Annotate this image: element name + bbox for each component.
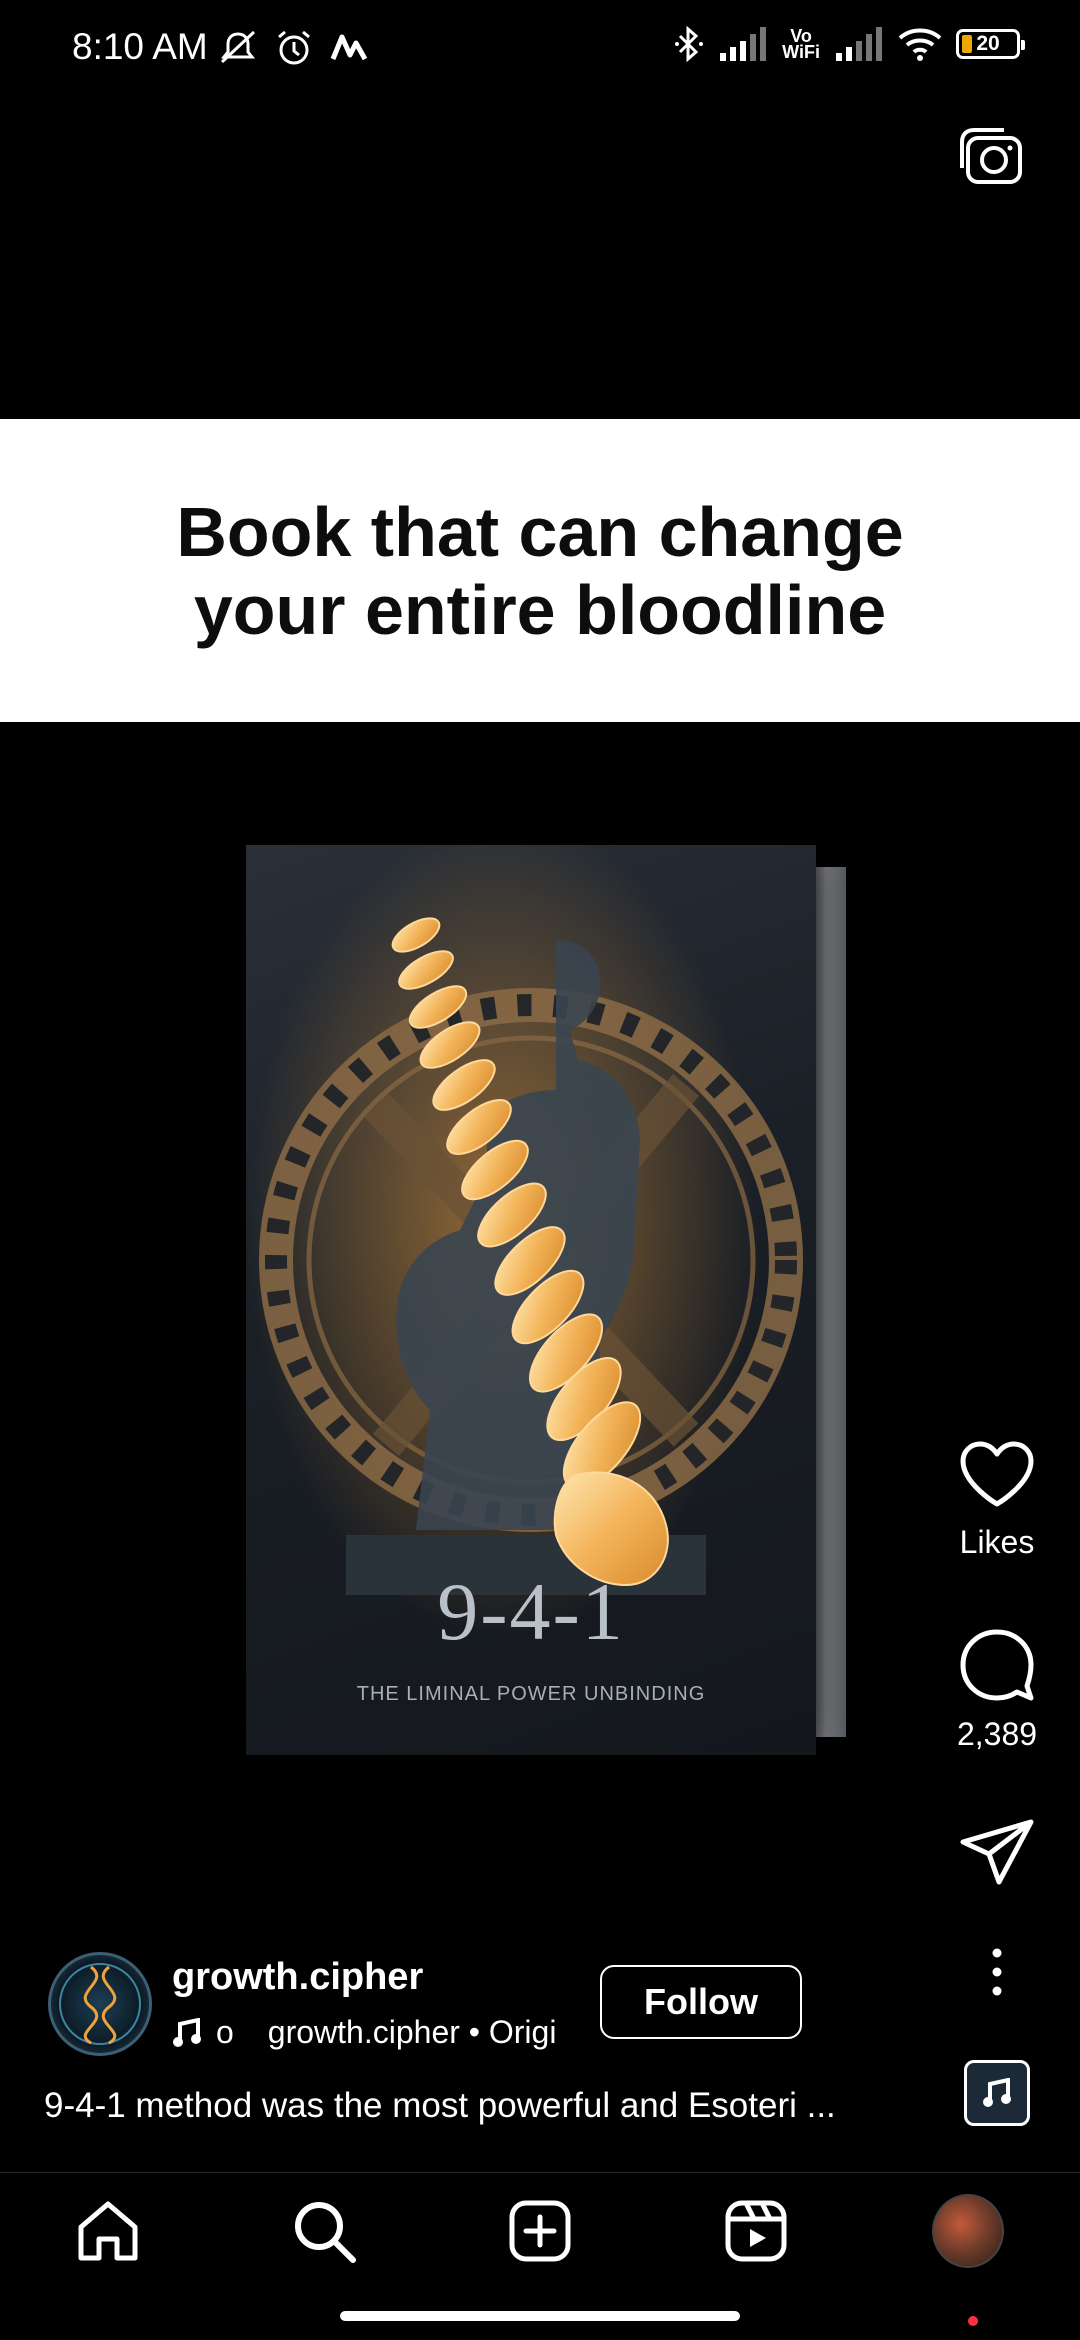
reels-icon[interactable]: [724, 2199, 788, 2263]
audio-info[interactable]: o growth.cipher • Origi: [172, 2014, 556, 2051]
likes-label: Likes: [959, 1524, 1035, 1560]
book-title-number: 9-4-1: [437, 1566, 625, 1657]
book-pages: [812, 867, 846, 1737]
app-m-icon: [330, 34, 368, 61]
avatar-dna-icon: [59, 1963, 141, 2045]
status-time: 8:10 AM: [72, 26, 208, 67]
battery-icon: 20: [956, 29, 1025, 59]
heart-icon[interactable]: [959, 1440, 1035, 1510]
book-image: 9-4-1 THE LIMINAL POWER UNBINDING: [246, 845, 850, 1755]
follow-button[interactable]: Follow: [600, 1965, 802, 2039]
banner-title-line-1: Book that can change: [176, 492, 904, 571]
home-icon[interactable]: [75, 2199, 141, 2263]
status-bar: 8:10 AM Vo WiFi 20: [0, 0, 1080, 100]
vowifi-icon: Vo WiFi: [782, 27, 820, 62]
share-icon[interactable]: [959, 1818, 1035, 1888]
notification-dot: [968, 2316, 978, 2326]
video-caption-banner: Book that can change your entire bloodli…: [0, 419, 1080, 722]
status-right-icons: Vo WiFi 20: [674, 24, 1025, 64]
profile-avatar[interactable]: [932, 2194, 1004, 2268]
nav-profile[interactable]: [932, 2194, 1004, 2268]
author-username[interactable]: growth.cipher: [172, 1956, 423, 1999]
signal-icon: [836, 27, 882, 61]
vowifi-bottom: WiFi: [782, 42, 820, 62]
comment-icon[interactable]: [959, 1628, 1035, 1702]
reels-screen: 8:10 AM Vo WiFi 20 Book that can change …: [0, 0, 1080, 2340]
bottom-nav: [0, 2172, 1080, 2302]
wifi-icon: [898, 28, 942, 61]
audio-text: growth.cipher • Origi: [267, 2014, 557, 2050]
battery-level: 20: [976, 32, 1000, 55]
create-icon[interactable]: [508, 2199, 572, 2263]
audio-thumbnail[interactable]: [964, 2060, 1030, 2126]
camera-icon[interactable]: [958, 124, 1028, 188]
mute-icon: [220, 30, 256, 64]
music-note-icon: [983, 2078, 1011, 2107]
nav-reels[interactable]: [720, 2195, 792, 2267]
book-subtitle: THE LIMINAL POWER UNBINDING: [356, 1683, 706, 1705]
more-options-icon[interactable]: [975, 1946, 1019, 1998]
banner-title: Book that can change your entire bloodli…: [90, 493, 990, 649]
nav-search[interactable]: [288, 2195, 360, 2267]
comments-count: 2,389: [956, 1716, 1038, 1752]
music-note-icon: [173, 2017, 201, 2047]
search-icon[interactable]: [291, 2198, 357, 2264]
home-indicator[interactable]: [340, 2311, 740, 2321]
audio-prefix: o: [216, 2014, 234, 2050]
like-action[interactable]: Likes: [946, 1440, 1048, 1561]
comment-action[interactable]: 2,389: [946, 1628, 1048, 1753]
share-action[interactable]: [946, 1818, 1048, 1888]
nav-create[interactable]: [504, 2195, 576, 2267]
alarm-icon: [278, 30, 310, 65]
bluetooth-icon: [675, 25, 704, 63]
nav-home[interactable]: [72, 2195, 144, 2267]
banner-title-line-2: your entire bloodline: [193, 570, 887, 649]
status-left-icons: [218, 28, 368, 68]
author-avatar[interactable]: [48, 1952, 152, 2056]
post-caption[interactable]: 9-4-1 method was the most powerful and E…: [44, 2086, 934, 2126]
signal-icon: [720, 27, 767, 61]
